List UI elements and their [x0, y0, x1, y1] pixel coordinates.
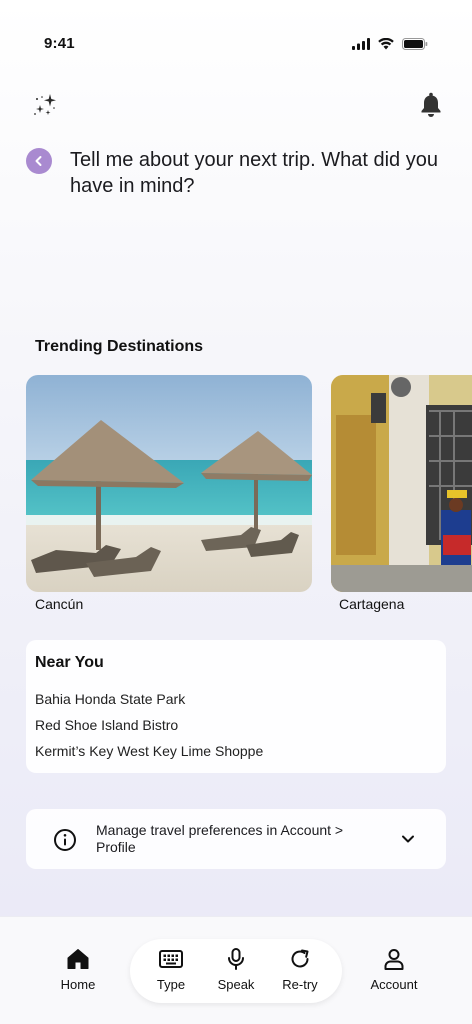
back-button[interactable] [26, 148, 52, 174]
chevron-left-icon [35, 156, 42, 166]
nav-type[interactable]: Type [136, 947, 206, 992]
preferences-text: Manage travel preferences in Account > P… [96, 822, 344, 855]
nav-home-label: Home [60, 977, 96, 992]
nav-home[interactable]: Home [43, 947, 113, 992]
cancun-beach-image [26, 375, 312, 592]
destination-card-cancun[interactable] [26, 375, 312, 592]
near-you-item[interactable]: Red Shoe Island Bistro [35, 717, 178, 733]
nav-retry[interactable]: Re-try [265, 947, 335, 992]
status-time: 9:41 [44, 35, 75, 52]
nav-account-label: Account [370, 977, 418, 992]
near-you-item[interactable]: Bahia Honda State Park [35, 691, 185, 707]
home-icon [67, 949, 89, 969]
near-you-section: Near You Bahia Honda State Park Red Shoe… [26, 640, 446, 773]
status-bar: 9:41 [0, 0, 472, 80]
sparkle-icon [34, 94, 56, 115]
microphone-icon [228, 948, 244, 970]
chevron-down-icon[interactable] [400, 831, 416, 847]
trending-title: Trending Destinations [35, 338, 204, 355]
sparkle-button[interactable] [30, 90, 60, 120]
wifi-icon [378, 38, 394, 50]
battery-icon [402, 38, 428, 50]
refresh-icon [291, 949, 309, 968]
user-icon [384, 949, 404, 970]
destination-label: Cartagena [339, 596, 405, 612]
destination-card-cartagena[interactable] [331, 375, 472, 592]
bottom-nav: Home Type Speak Re-try Account [0, 916, 472, 1024]
assistant-prompt: Tell me about your next trip. What did y… [70, 149, 438, 197]
info-icon [54, 829, 76, 851]
preferences-banner[interactable]: Manage travel preferences in Account > P… [26, 809, 446, 869]
cartagena-street-image [331, 375, 472, 592]
notifications-button[interactable] [416, 90, 446, 120]
bell-icon [421, 92, 441, 117]
nav-account[interactable]: Account [359, 947, 429, 992]
nav-retry-label: Re-try [282, 977, 318, 992]
signal-icon [352, 38, 370, 50]
nav-type-label: Type [156, 977, 186, 992]
destination-label: Cancún [35, 596, 84, 612]
near-you-title: Near You [35, 654, 104, 671]
status-icons [352, 38, 428, 50]
keyboard-icon [159, 950, 183, 968]
nav-speak[interactable]: Speak [201, 947, 271, 992]
nav-speak-label: Speak [217, 977, 255, 992]
near-you-item[interactable]: Kermit’s Key West Key Lime Shoppe [35, 743, 263, 759]
